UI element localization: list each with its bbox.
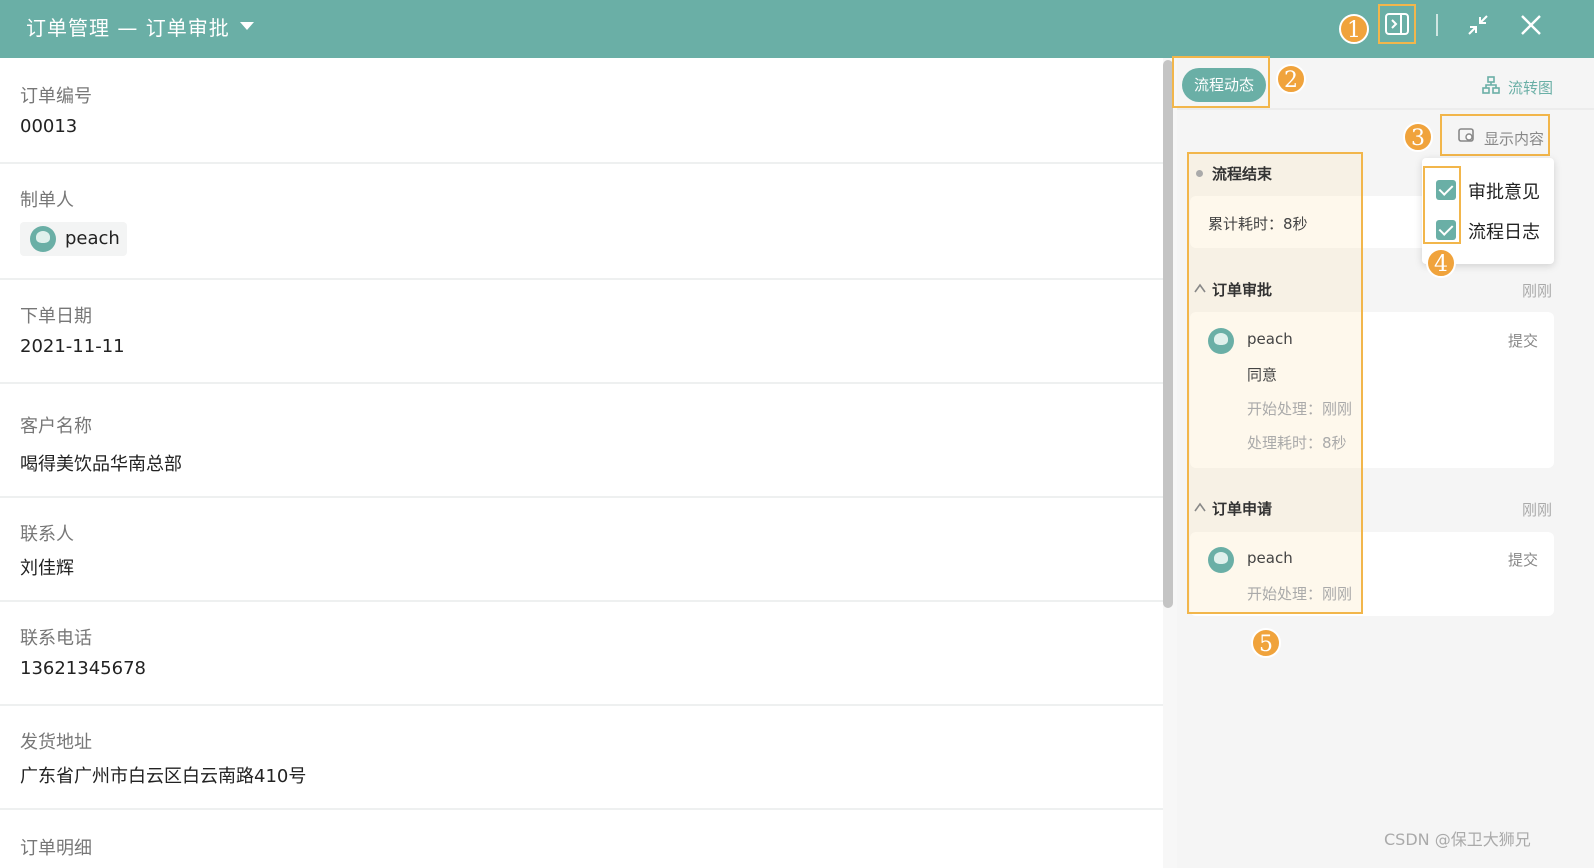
field-order-date: 下单日期 2021-11-11	[0, 278, 1163, 384]
watermark: CSDN @保卫大狮兄	[1384, 830, 1531, 849]
field-order-details: 订单明细	[0, 808, 1163, 868]
process-duration: 处理耗时：8秒	[1247, 434, 1347, 452]
annotation-badge-3: 3	[1403, 122, 1433, 152]
field-value: 13621345678	[20, 658, 146, 679]
display-content-button[interactable]: 显示内容	[1484, 128, 1544, 149]
start-time: 开始处理：刚刚	[1247, 585, 1353, 603]
field-value: 2021-11-11	[20, 336, 125, 357]
avatar	[1208, 328, 1234, 354]
field-label: 制单人	[20, 190, 74, 211]
field-value: 广东省广州市白云区白云南路410号	[20, 766, 307, 787]
field-label: 订单明细	[20, 838, 92, 859]
chevron-up-icon[interactable]	[1194, 502, 1206, 512]
option-label[interactable]: 审批意见	[1468, 178, 1540, 204]
field-contact: 联系人 刘佳辉	[0, 496, 1163, 602]
action-label: 提交	[1508, 332, 1539, 350]
flowchart-icon[interactable]	[1482, 76, 1500, 94]
highlight-box-4	[1423, 166, 1461, 244]
action-label: 提交	[1508, 551, 1539, 569]
field-creator: 制单人 peach	[0, 162, 1163, 280]
field-label: 联系人	[20, 524, 74, 545]
user-name: peach	[1247, 330, 1293, 348]
section-title: 流程结束	[1212, 165, 1273, 183]
close-icon[interactable]	[1519, 13, 1543, 37]
flowchart-link[interactable]: 流转图	[1508, 77, 1553, 98]
field-label: 下单日期	[20, 306, 92, 327]
chevron-down-icon[interactable]	[240, 22, 254, 30]
user-name: peach	[1247, 549, 1293, 567]
field-label: 客户名称	[20, 416, 92, 437]
section-title[interactable]: 订单审批	[1212, 279, 1272, 300]
field-value: 喝得美饮品华南总部	[20, 454, 182, 475]
dot-icon	[1196, 170, 1203, 177]
field-order-number: 订单编号 00013	[0, 58, 1163, 164]
scrollbar-thumb[interactable]	[1163, 60, 1173, 608]
collapse-icon[interactable]	[1467, 14, 1489, 36]
annotation-badge-4: 4	[1426, 248, 1456, 278]
start-time: 开始处理：刚刚	[1247, 400, 1353, 418]
field-label: 联系电话	[20, 628, 92, 649]
avatar	[1208, 547, 1234, 573]
total-duration: 累计耗时：8秒	[1208, 215, 1308, 233]
section-title[interactable]: 订单申请	[1212, 498, 1272, 519]
display-content-icon[interactable]	[1458, 128, 1476, 144]
annotation-badge-2: 2	[1276, 64, 1306, 94]
sidebar-toggle-icon[interactable]	[1385, 13, 1409, 35]
order-form: 订单编号 00013 制单人 peach 下单日期 2021-11-11 客户名…	[0, 58, 1163, 868]
field-customer: 客户名称 喝得美饮品华南总部	[0, 382, 1163, 498]
field-phone: 联系电话 13621345678	[0, 600, 1163, 706]
field-label: 发货地址	[20, 732, 92, 753]
avatar	[30, 226, 56, 252]
chevron-up-icon[interactable]	[1194, 283, 1206, 293]
section-time: 刚刚	[1522, 501, 1553, 519]
option-label[interactable]: 流程日志	[1468, 218, 1540, 244]
section-time: 刚刚	[1522, 282, 1553, 300]
panel-divider	[1177, 108, 1594, 110]
approval-opinion: 同意	[1247, 366, 1278, 384]
field-value: 00013	[20, 116, 78, 137]
field-label: 订单编号	[20, 86, 92, 107]
user-name: peach	[65, 228, 120, 249]
annotation-badge-5: 5	[1251, 628, 1281, 658]
field-value: 刘佳辉	[20, 558, 74, 579]
field-address: 发货地址 广东省广州市白云区白云南路410号	[0, 704, 1163, 810]
page-title[interactable]: 订单管理 — 订单审批	[26, 12, 230, 41]
annotation-badge-1: 1	[1339, 14, 1369, 44]
tab-flow-dynamics[interactable]: 流程动态	[1182, 68, 1266, 102]
toolbar-divider	[1436, 14, 1438, 36]
user-chip: peach	[20, 222, 127, 256]
